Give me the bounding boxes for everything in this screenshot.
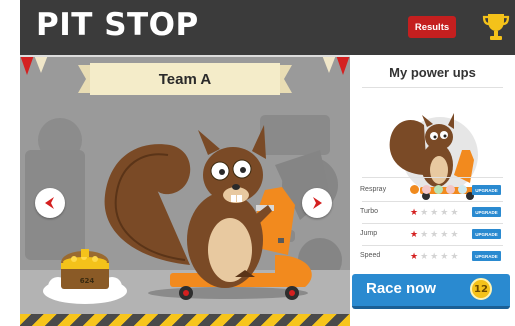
star-rating: ★ ★ ★ ★ ★ (410, 251, 458, 263)
divider (362, 201, 503, 202)
coin-count: 624 (79, 277, 95, 285)
coin-cost-badge: 12 (470, 278, 492, 300)
star-icon: ★ (420, 252, 429, 262)
color-swatch[interactable] (434, 185, 443, 194)
star-icon: ★ (440, 230, 449, 240)
upgrade-button[interactable]: UPGRADE (472, 185, 501, 195)
powerup-label: Turbo (360, 208, 379, 215)
color-swatch[interactable] (422, 185, 431, 194)
upgrade-button[interactable]: UPGRADE (472, 229, 501, 239)
star-icon: ★ (430, 208, 439, 218)
chevron-right-icon (313, 197, 322, 209)
color-swatch[interactable] (410, 185, 419, 194)
powerup-row-turbo: Turbo ★ ★ ★ ★ ★ UPGRADE (360, 206, 510, 220)
chevron-left-icon (45, 197, 54, 209)
star-icon: ★ (430, 230, 439, 240)
previous-team-button[interactable] (35, 188, 65, 218)
star-icon: ★ (420, 230, 429, 240)
divider (362, 177, 503, 178)
powerup-label: Jump (360, 230, 378, 237)
star-icon: ★ (440, 208, 449, 218)
star-icon: ★ (450, 208, 459, 218)
powerup-row-jump: Jump ★ ★ ★ ★ ★ UPGRADE (360, 228, 510, 242)
page-title: PIT STOP (36, 7, 199, 43)
divider (362, 223, 503, 224)
pit-background (20, 55, 350, 326)
panel-title: My power ups (389, 65, 476, 80)
power-ups-panel: My power ups Respray UPGRADE Turbo ★ ★ ★… (350, 55, 515, 326)
star-icon: ★ (410, 252, 419, 262)
star-icon: ★ (430, 252, 439, 262)
header-bar: PIT STOP Results (20, 0, 515, 55)
star-icon: ★ (410, 208, 419, 218)
powerup-row-speed: Speed ★ ★ ★ ★ ★ UPGRADE (360, 250, 510, 264)
powerup-row-respray: Respray UPGRADE (360, 184, 510, 198)
next-team-button[interactable] (302, 188, 332, 218)
team-name: Team A (158, 70, 212, 88)
star-rating: ★ ★ ★ ★ ★ (410, 229, 458, 241)
pit-stage: Team A 624 (20, 55, 350, 326)
star-icon: ★ (410, 230, 419, 240)
powerup-label: Respray (360, 186, 387, 193)
powerup-label: Speed (360, 252, 381, 259)
upgrade-button[interactable]: UPGRADE (472, 207, 501, 217)
race-now-button[interactable]: Race now 12 (352, 274, 510, 309)
star-icon: ★ (440, 252, 449, 262)
color-swatches (410, 185, 467, 194)
star-rating: ★ ★ ★ ★ ★ (410, 207, 458, 219)
upgrade-button[interactable]: UPGRADE (472, 251, 501, 261)
divider (362, 245, 503, 246)
results-button[interactable]: Results (408, 16, 456, 38)
color-swatch[interactable] (446, 185, 455, 194)
pit-stop-screen: PIT STOP Results Team A 624 My power ups… (0, 0, 515, 326)
star-icon: ★ (450, 230, 459, 240)
star-icon: ★ (420, 208, 429, 218)
star-icon: ★ (450, 252, 459, 262)
race-now-label: Race now (366, 280, 437, 297)
divider (362, 87, 503, 88)
trophy-icon[interactable] (481, 11, 511, 43)
hazard-stripe (20, 314, 350, 326)
color-swatch[interactable] (458, 185, 467, 194)
